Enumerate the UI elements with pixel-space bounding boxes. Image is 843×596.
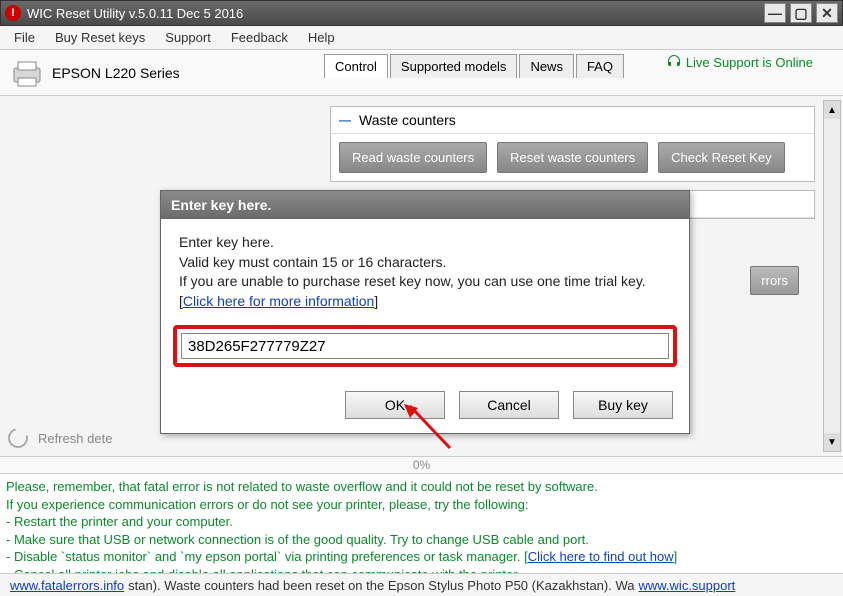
menu-help[interactable]: Help <box>300 28 343 47</box>
log-line: - Make sure that USB or network connecti… <box>6 531 837 549</box>
panel-waste-header[interactable]: — Waste counters <box>331 107 814 134</box>
window-title: WIC Reset Utility v.5.0.11 Dec 5 2016 <box>27 6 764 21</box>
statusbar: www.fatalerrors.info stan). Waste counte… <box>0 574 843 596</box>
dialog-text-line: Valid key must contain 15 or 16 characte… <box>179 253 671 273</box>
ok-button[interactable]: OK <box>345 391 445 419</box>
tab-control[interactable]: Control <box>324 54 388 78</box>
read-waste-counters-button[interactable]: Read waste counters <box>339 142 487 173</box>
live-support-link[interactable]: Live Support is Online <box>666 54 813 70</box>
dialog-text-line: Enter key here. <box>179 233 671 253</box>
headset-icon <box>666 54 682 70</box>
menubar: File Buy Reset keys Support Feedback Hel… <box>0 26 843 50</box>
menu-file[interactable]: File <box>6 28 43 47</box>
key-input-highlight <box>173 325 677 367</box>
printer-icon <box>10 58 44 88</box>
log-line: - Restart the printer and your computer. <box>6 513 837 531</box>
log-area: Please, remember, that fatal error is no… <box>0 474 843 574</box>
scroll-up-arrow[interactable]: ▲ <box>824 101 840 119</box>
refresh-row: Refresh dete <box>8 428 112 448</box>
reset-key-input[interactable] <box>181 333 669 359</box>
log-link-find-out-how[interactable]: Click here to find out how <box>528 549 674 564</box>
reset-waste-counters-button[interactable]: Reset waste counters <box>497 142 648 173</box>
maximize-button[interactable]: ▢ <box>790 3 812 23</box>
dialog-body: Enter key here. Valid key must contain 1… <box>161 219 689 383</box>
printer-block: EPSON L220 Series <box>0 50 320 95</box>
tabs-area: Control Supported models News FAQ Live S… <box>320 50 843 95</box>
menu-feedback[interactable]: Feedback <box>223 28 296 47</box>
vertical-scrollbar[interactable]: ▲ ▼ <box>823 100 841 452</box>
toolbar-row: EPSON L220 Series Control Supported mode… <box>0 50 843 96</box>
log-line: - Cancel all printer jobs and disable al… <box>6 566 837 574</box>
printer-name: EPSON L220 Series <box>52 65 180 81</box>
live-support-label: Live Support is Online <box>686 55 813 70</box>
tab-faq[interactable]: FAQ <box>576 54 624 78</box>
enter-key-dialog: Enter key here. Enter key here. Valid ke… <box>160 190 690 434</box>
log-line: If you experience communication errors o… <box>6 496 837 514</box>
panel-waste-counters: — Waste counters Read waste counters Res… <box>330 106 815 182</box>
progress-bar: 0% <box>0 456 843 474</box>
dialog-text-line: If you are unable to purchase reset key … <box>179 272 671 311</box>
cancel-button[interactable]: Cancel <box>459 391 559 419</box>
minimize-button[interactable]: — <box>764 3 786 23</box>
panel-waste-title: Waste counters <box>359 112 456 128</box>
close-button[interactable]: ✕ <box>816 3 838 23</box>
refresh-label: Refresh dete <box>38 431 112 446</box>
dialog-title: Enter key here. <box>161 191 689 219</box>
log-line: - Disable `status monitor` and `my epson… <box>6 548 837 566</box>
buy-key-button[interactable]: Buy key <box>573 391 673 419</box>
titlebar: ! WIC Reset Utility v.5.0.11 Dec 5 2016 … <box>0 0 843 26</box>
log-line: Please, remember, that fatal error is no… <box>6 478 837 496</box>
tab-news[interactable]: News <box>519 54 574 78</box>
dialog-more-info-link[interactable]: Click here for more information <box>183 293 374 309</box>
tab-supported-models[interactable]: Supported models <box>390 54 518 78</box>
app-icon: ! <box>5 5 21 21</box>
progress-label: 0% <box>413 458 430 472</box>
collapse-icon: — <box>339 113 351 127</box>
menu-support[interactable]: Support <box>157 28 219 47</box>
check-reset-key-button[interactable]: Check Reset Key <box>658 142 784 173</box>
scroll-down-arrow[interactable]: ▼ <box>824 433 840 451</box>
refresh-icon[interactable] <box>4 424 31 451</box>
menu-buy-reset-keys[interactable]: Buy Reset keys <box>47 28 153 47</box>
errors-button-partial[interactable]: rrors <box>750 266 799 295</box>
